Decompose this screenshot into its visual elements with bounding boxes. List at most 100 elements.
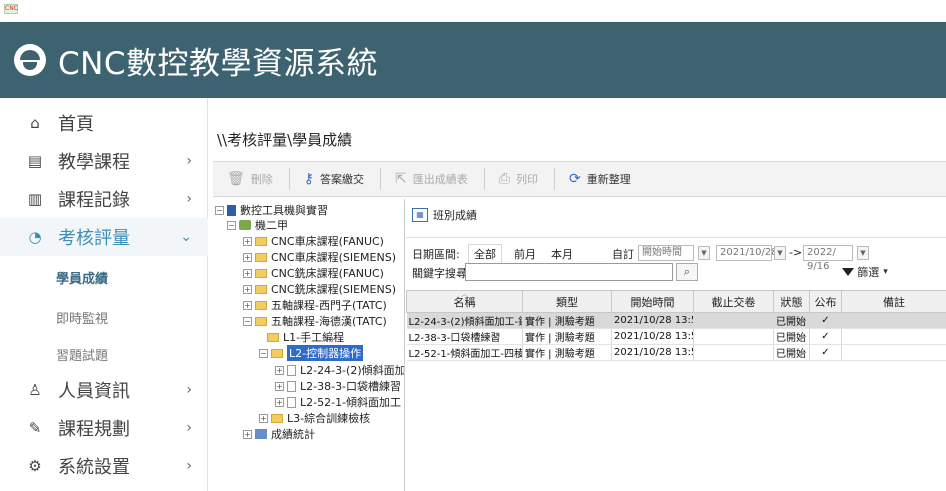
date-option-custom[interactable]: 自訂: [612, 246, 634, 262]
chevron-down-icon[interactable]: ▼: [774, 246, 786, 260]
monitor-icon: ▤: [27, 152, 43, 170]
sidebar-item-label: 教學課程: [58, 152, 130, 173]
funnel-icon: [842, 268, 855, 276]
sidebar-item-label: 人員資訊: [58, 381, 130, 402]
start-time-select[interactable]: 開始時間: [638, 245, 694, 261]
sidebar-item-label: 課程記錄: [58, 190, 130, 211]
expand-icon[interactable]: +: [275, 381, 284, 391]
tree-node-lesson[interactable]: + L3-綜合訓練檢核: [259, 410, 370, 426]
sidebar-item-label: 首頁: [58, 114, 94, 135]
column-header-deadline[interactable]: 截止交卷: [693, 290, 774, 313]
scores-panel: ▦ 班別成績 日期區間: 全部 前月 本月 自訂 開始時間 ▼ 2021/10/…: [406, 199, 946, 491]
chevron-right-icon: ›: [186, 153, 192, 169]
sidebar-item-personnel[interactable]: ♙ 人員資訊 ›: [0, 371, 208, 409]
expand-icon[interactable]: +: [243, 284, 252, 294]
tree-node-course[interactable]: + CNC車床課程(SIEMENS): [243, 249, 396, 265]
tab-class-scores[interactable]: ▦ 班別成績: [412, 205, 477, 225]
tree-node-root[interactable]: − 數控工具機與實習: [215, 202, 328, 218]
check-icon: ✓: [809, 344, 842, 361]
sidebar-subitem-exercises[interactable]: 習題試題: [56, 345, 108, 364]
sidebar-item-assessment[interactable]: ◔ 考核評量 ⌄: [0, 218, 208, 256]
export-scores-button[interactable]: ⇱ 匯出成績表: [387, 166, 476, 192]
collapse-icon[interactable]: −: [215, 205, 224, 215]
document-icon: [287, 380, 296, 392]
tree-node-exam[interactable]: + L2-24-3-(2)傾斜面加: [275, 362, 404, 378]
sidebar-item-courses[interactable]: ▤ 教學課程 ›: [0, 142, 208, 180]
pencil-icon: ✎: [28, 419, 42, 437]
sidebar-subitem-student-scores[interactable]: 學員成績: [56, 268, 108, 287]
sidebar-item-course-planning[interactable]: ✎ 課程規劃 ›: [0, 409, 208, 447]
sidebar-item-course-records[interactable]: ▥ 課程記錄 ›: [0, 180, 208, 218]
breadcrumb: \\考核評量\學員成績: [217, 131, 353, 149]
delete-button[interactable]: 🗑 刪除: [219, 166, 281, 192]
date-from-field[interactable]: 2021/10/28: [716, 245, 778, 261]
refresh-icon: ⟳: [568, 171, 581, 187]
expand-icon[interactable]: +: [259, 413, 268, 423]
column-header-type[interactable]: 類型: [522, 290, 612, 313]
document-icon: [287, 364, 296, 376]
table-header-row: ︿ 名稱 類型 開始時間 截止交卷 狀態 公布 備註: [406, 290, 946, 313]
tree-node-lesson-selected[interactable]: − L2-控制器操作: [259, 345, 364, 361]
date-option-last-month[interactable]: 前月: [514, 246, 536, 262]
table-row[interactable]: L2-38-3-口袋槽練習 實作 | 測驗考題 2021/10/28 13:52…: [406, 328, 946, 345]
keyword-search-input[interactable]: [465, 263, 673, 281]
sidebar-item-settings[interactable]: ⚙ 系統設置 ›: [0, 447, 208, 485]
column-header-published[interactable]: 公布: [809, 290, 842, 313]
search-icon[interactable]: ⌕: [676, 263, 698, 281]
tree-node-exam[interactable]: + L2-38-3-口袋槽練習: [275, 378, 401, 394]
expand-icon[interactable]: +: [275, 365, 284, 375]
column-header-status[interactable]: 狀態: [773, 290, 810, 313]
chevron-down-icon[interactable]: ▼: [698, 246, 710, 260]
tree-node-course[interactable]: + CNC銑床課程(SIEMENS): [243, 281, 396, 297]
expand-icon[interactable]: +: [243, 300, 252, 310]
class-icon: [239, 220, 251, 230]
folder-icon: [271, 348, 283, 358]
chevron-down-icon[interactable]: ▼: [857, 246, 869, 260]
folder-icon: [255, 316, 267, 326]
toolbar-separator: [553, 168, 555, 190]
collapse-icon[interactable]: −: [259, 348, 268, 358]
sidebar-item-label: 系統設置: [58, 457, 130, 478]
sidebar-subitem-live-monitor[interactable]: 即時監視: [56, 308, 108, 327]
home-icon: ⌂: [30, 114, 40, 132]
toolbar-separator: [380, 168, 382, 190]
sidebar-item-home[interactable]: ⌂ 首頁: [0, 104, 208, 142]
date-option-all[interactable]: 全部: [468, 244, 502, 264]
collapse-icon[interactable]: −: [227, 220, 236, 230]
tree-node-statistics[interactable]: + 成績統計: [243, 426, 315, 442]
refresh-button[interactable]: ⟳ 重新整理: [561, 166, 639, 192]
gear-icon: ⚙: [28, 457, 42, 475]
date-range-arrow: ->: [789, 246, 803, 259]
expand-icon[interactable]: +: [243, 429, 252, 439]
table-row[interactable]: L2-24-3-(2)傾斜面加工-鑽孔 實作 | 測驗考題 2021/10/28…: [406, 312, 946, 329]
chevron-right-icon: ›: [186, 191, 192, 207]
collapse-icon[interactable]: −: [243, 316, 252, 326]
column-header-start-time[interactable]: 開始時間: [611, 290, 694, 313]
tree-node-class[interactable]: − 機二甲: [227, 217, 288, 233]
expand-icon[interactable]: +: [243, 252, 252, 262]
expand-icon[interactable]: +: [243, 268, 252, 278]
table-row[interactable]: L2-52-1-傾斜面加工-四稜台 實作 | 測驗考題 2021/10/28 1…: [406, 344, 946, 361]
tree-node-lesson[interactable]: L1-手工編程: [267, 329, 344, 345]
check-icon: ✓: [809, 328, 842, 345]
toolbar-separator: [288, 168, 290, 190]
date-to-field[interactable]: 2022/ 9/16: [803, 245, 853, 272]
sidebar-item-label: 課程規劃: [58, 419, 130, 440]
column-header-notes[interactable]: 備註: [841, 290, 946, 313]
filter-button[interactable]: 篩選 ▾: [826, 261, 904, 283]
toolbar-separator: [483, 168, 485, 190]
chevron-down-icon: ⌄: [180, 229, 192, 245]
tree-node-course[interactable]: + 五軸課程-西門子(TATC): [243, 297, 387, 313]
tree-node-course[interactable]: − 五軸課程-海德漢(TATC): [243, 313, 387, 329]
column-header-name[interactable]: ︿ 名稱: [406, 290, 523, 313]
main-content: \\考核評量\學員成績 🗑 刪除 ⚷ 答案繳交 ⇱ 匯出成績表 ⎙ 列印 ⟳ 重…: [209, 98, 946, 491]
expand-icon[interactable]: +: [243, 236, 252, 246]
submit-answers-button[interactable]: ⚷ 答案繳交: [296, 166, 372, 192]
pie-chart-icon: ◔: [28, 228, 42, 246]
date-option-this-month[interactable]: 本月: [551, 246, 573, 262]
tree-node-course[interactable]: + CNC銑床課程(FANUC): [243, 265, 384, 281]
tree-node-course[interactable]: + CNC車床課程(FANUC): [243, 233, 384, 249]
print-button[interactable]: ⎙ 列印: [491, 166, 546, 192]
tree-node-exam[interactable]: + L2-52-1-傾斜面加工: [275, 394, 401, 410]
expand-icon[interactable]: +: [275, 397, 284, 407]
